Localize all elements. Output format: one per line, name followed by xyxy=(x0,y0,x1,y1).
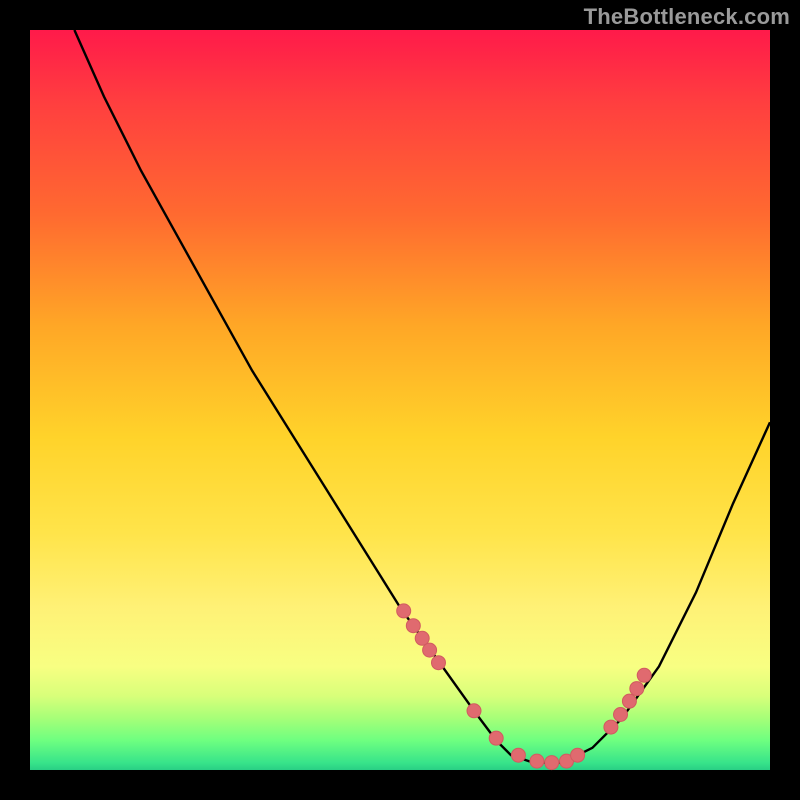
marker-dot xyxy=(604,720,618,734)
marker-dot xyxy=(545,756,559,770)
marker-dots xyxy=(397,604,652,770)
watermark-text: TheBottleneck.com xyxy=(584,4,790,30)
marker-dot xyxy=(637,668,651,682)
marker-dot xyxy=(423,643,437,657)
marker-dot xyxy=(431,656,445,670)
marker-dot xyxy=(571,748,585,762)
chart-svg xyxy=(30,30,770,770)
marker-dot xyxy=(397,604,411,618)
chart-frame: TheBottleneck.com xyxy=(0,0,800,800)
bottleneck-curve xyxy=(74,30,770,763)
marker-dot xyxy=(622,694,636,708)
marker-dot xyxy=(489,731,503,745)
marker-dot xyxy=(406,619,420,633)
marker-dot xyxy=(630,682,644,696)
marker-dot xyxy=(614,708,628,722)
marker-dot xyxy=(467,704,481,718)
marker-dot xyxy=(511,748,525,762)
marker-dot xyxy=(530,754,544,768)
